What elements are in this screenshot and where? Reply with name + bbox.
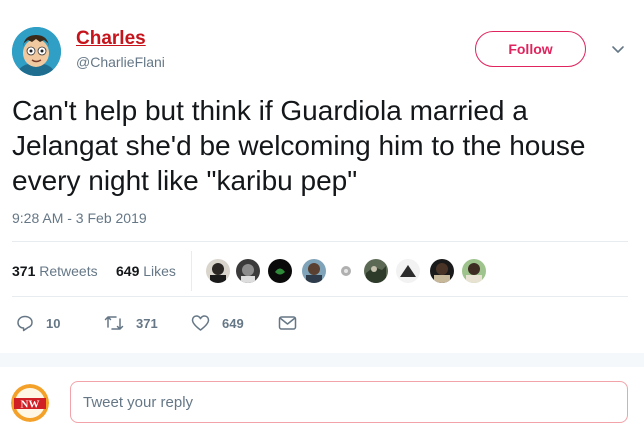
- retweets-stat[interactable]: 371 Retweets: [12, 263, 98, 279]
- retweet-icon: [104, 314, 124, 332]
- retweets-count: 371: [12, 263, 36, 279]
- heart-icon: [191, 314, 210, 332]
- liker-avatar[interactable]: [236, 259, 260, 283]
- reply-count: 10: [46, 315, 61, 331]
- liker-avatar[interactable]: [302, 259, 326, 283]
- direct-message-action[interactable]: [278, 313, 297, 333]
- like-action[interactable]: 649: [191, 313, 244, 333]
- likes-label: Likes: [143, 263, 176, 279]
- reply-placeholder: Tweet your reply: [83, 393, 194, 411]
- likes-stat[interactable]: 649 Likes: [116, 263, 176, 279]
- nw-logo: NW: [11, 384, 49, 422]
- liker-avatar[interactable]: [334, 259, 358, 283]
- user-name[interactable]: Charles: [76, 28, 146, 50]
- chevron-down-icon[interactable]: [609, 40, 627, 58]
- follow-button[interactable]: Follow: [475, 31, 586, 67]
- profile-avatar[interactable]: [12, 27, 61, 76]
- reply-icon: [16, 314, 34, 332]
- divider: [12, 296, 628, 297]
- divider: [12, 241, 628, 242]
- user-handle[interactable]: @CharlieFlani: [76, 54, 165, 70]
- reply-input[interactable]: Tweet your reply: [70, 381, 628, 423]
- retweets-label: Retweets: [39, 263, 98, 279]
- like-count: 649: [222, 315, 244, 331]
- liker-avatar[interactable]: [206, 259, 230, 283]
- envelope-icon: [278, 315, 297, 331]
- divider: [0, 353, 644, 367]
- retweet-count: 371: [136, 315, 158, 331]
- liker-avatar[interactable]: [430, 259, 454, 283]
- reply-action[interactable]: 10: [16, 313, 60, 333]
- tweet-text: Can't help but think if Guardiola marrie…: [12, 95, 586, 196]
- liker-avatar[interactable]: [268, 259, 292, 283]
- tweet-timestamp[interactable]: 9:28 AM - 3 Feb 2019: [12, 210, 147, 226]
- liker-avatar[interactable]: [396, 259, 420, 283]
- likes-count: 649: [116, 263, 140, 279]
- retweet-action[interactable]: 371: [104, 313, 158, 333]
- divider: [191, 251, 192, 291]
- liker-avatar[interactable]: [462, 259, 486, 283]
- nw-logo-text: NW: [21, 399, 40, 411]
- liker-avatar[interactable]: [364, 259, 388, 283]
